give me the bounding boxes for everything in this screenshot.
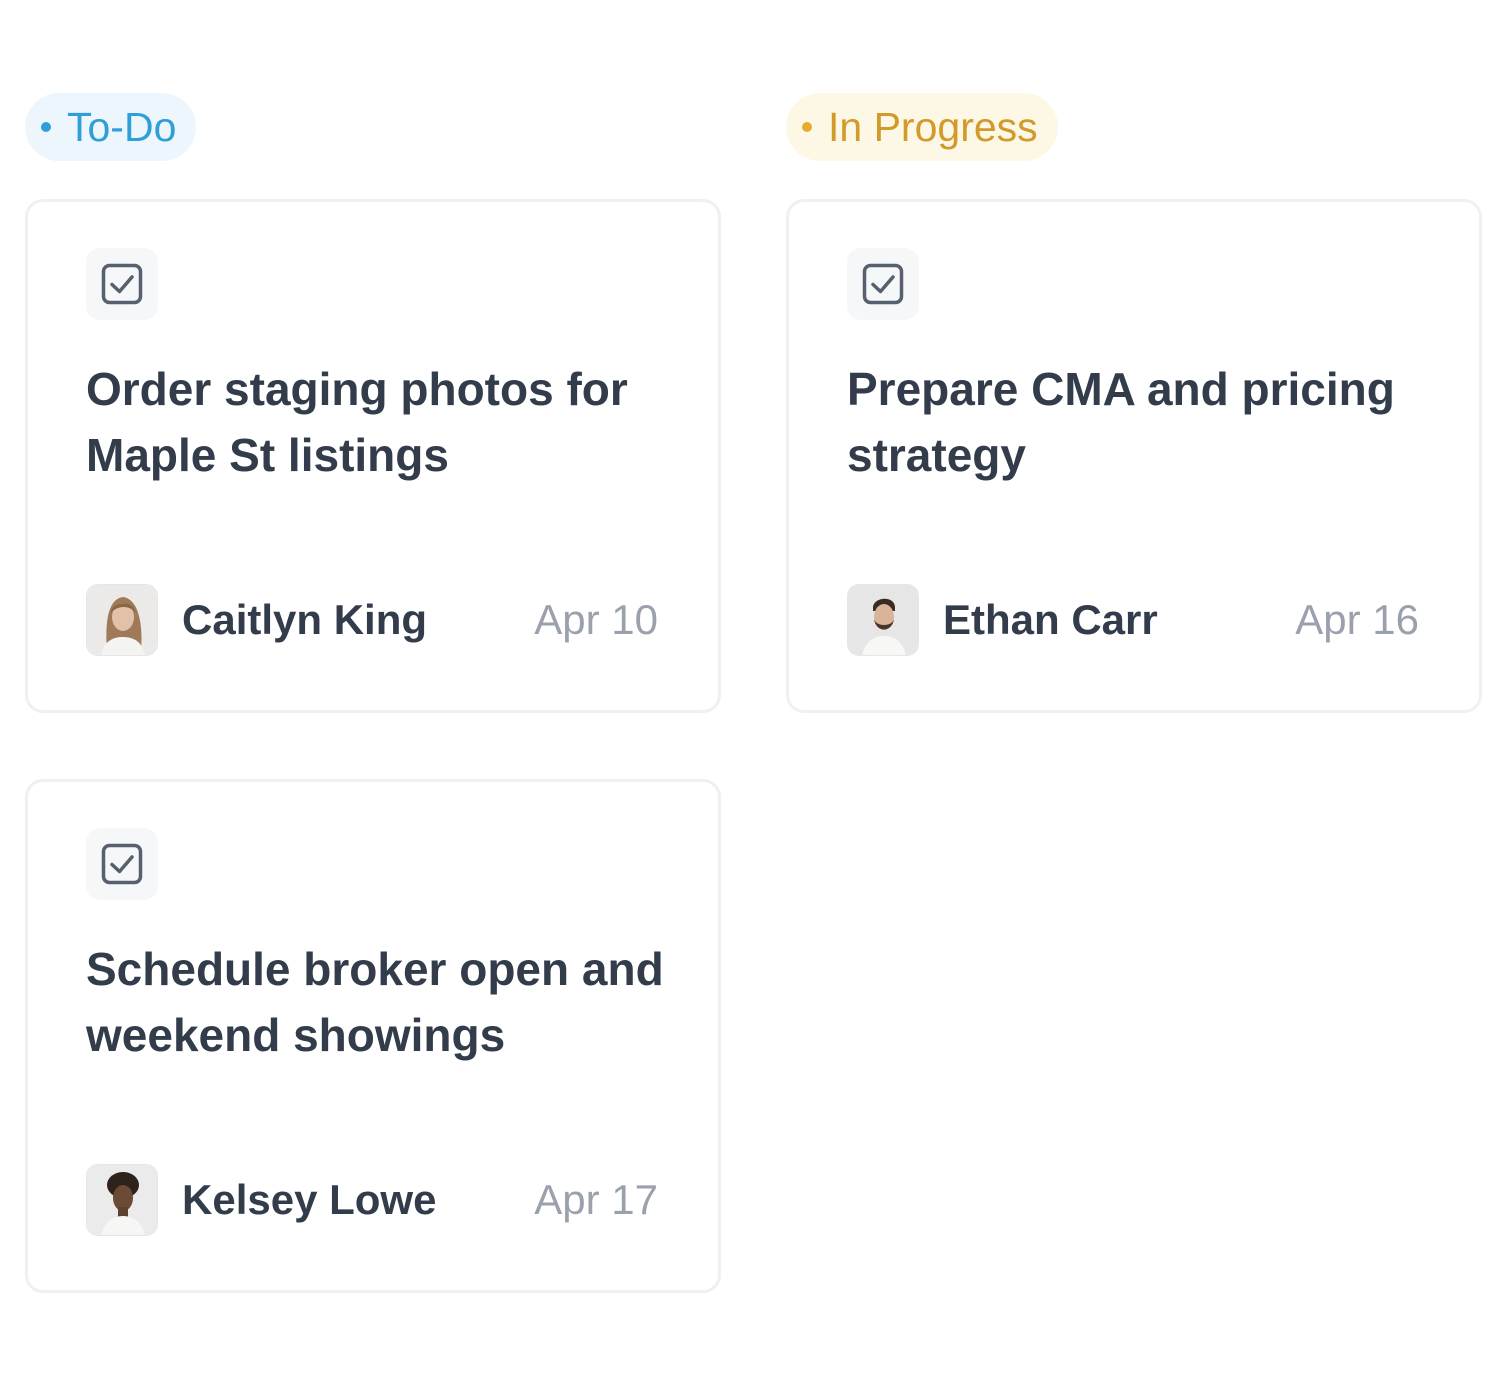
task-card[interactable]: Order staging photos for Maple St listin…	[25, 199, 721, 713]
checkbox-icon[interactable]	[847, 248, 919, 320]
column-in-progress: In Progress Prepare CMA and pricing stra…	[786, 93, 1482, 779]
task-card[interactable]: Prepare CMA and pricing strategy Ethan C…	[786, 199, 1482, 713]
card-list: Prepare CMA and pricing strategy Ethan C…	[786, 199, 1482, 713]
avatar[interactable]	[847, 584, 919, 656]
card-footer: Kelsey Lowe Apr 17	[86, 1164, 658, 1236]
task-title: Schedule broker open and weekend showing…	[86, 943, 664, 1061]
card-footer: Caitlyn King Apr 10	[86, 584, 658, 656]
avatar[interactable]	[86, 1164, 158, 1236]
due-date: Apr 17	[534, 1176, 658, 1223]
task-title: Order staging photos for Maple St listin…	[86, 363, 628, 481]
assignee-name: Ethan Carr	[943, 596, 1158, 643]
assignee-name: Caitlyn King	[182, 596, 428, 643]
card-footer: Ethan Carr Apr 16	[847, 584, 1419, 656]
status-dot-icon	[41, 122, 51, 132]
checkbox-icon[interactable]	[86, 248, 158, 320]
due-date: Apr 10	[534, 596, 658, 643]
status-pill-todo[interactable]: To-Do	[25, 93, 197, 161]
status-dot-icon	[802, 122, 812, 132]
status-label: In Progress	[828, 103, 1038, 150]
task-title: Prepare CMA and pricing strategy	[847, 363, 1395, 481]
status-pill-in-progress[interactable]: In Progress	[786, 93, 1058, 161]
status-label: To-Do	[67, 103, 177, 150]
task-card[interactable]: Schedule broker open and weekend showing…	[25, 779, 721, 1293]
card-list: Order staging photos for Maple St listin…	[25, 199, 721, 1293]
due-date: Apr 16	[1295, 596, 1419, 643]
avatar[interactable]	[86, 584, 158, 656]
assignee-name: Kelsey Lowe	[182, 1176, 437, 1223]
column-todo: To-Do Order staging photos for Maple St …	[25, 93, 721, 1359]
checkbox-icon[interactable]	[86, 828, 158, 900]
